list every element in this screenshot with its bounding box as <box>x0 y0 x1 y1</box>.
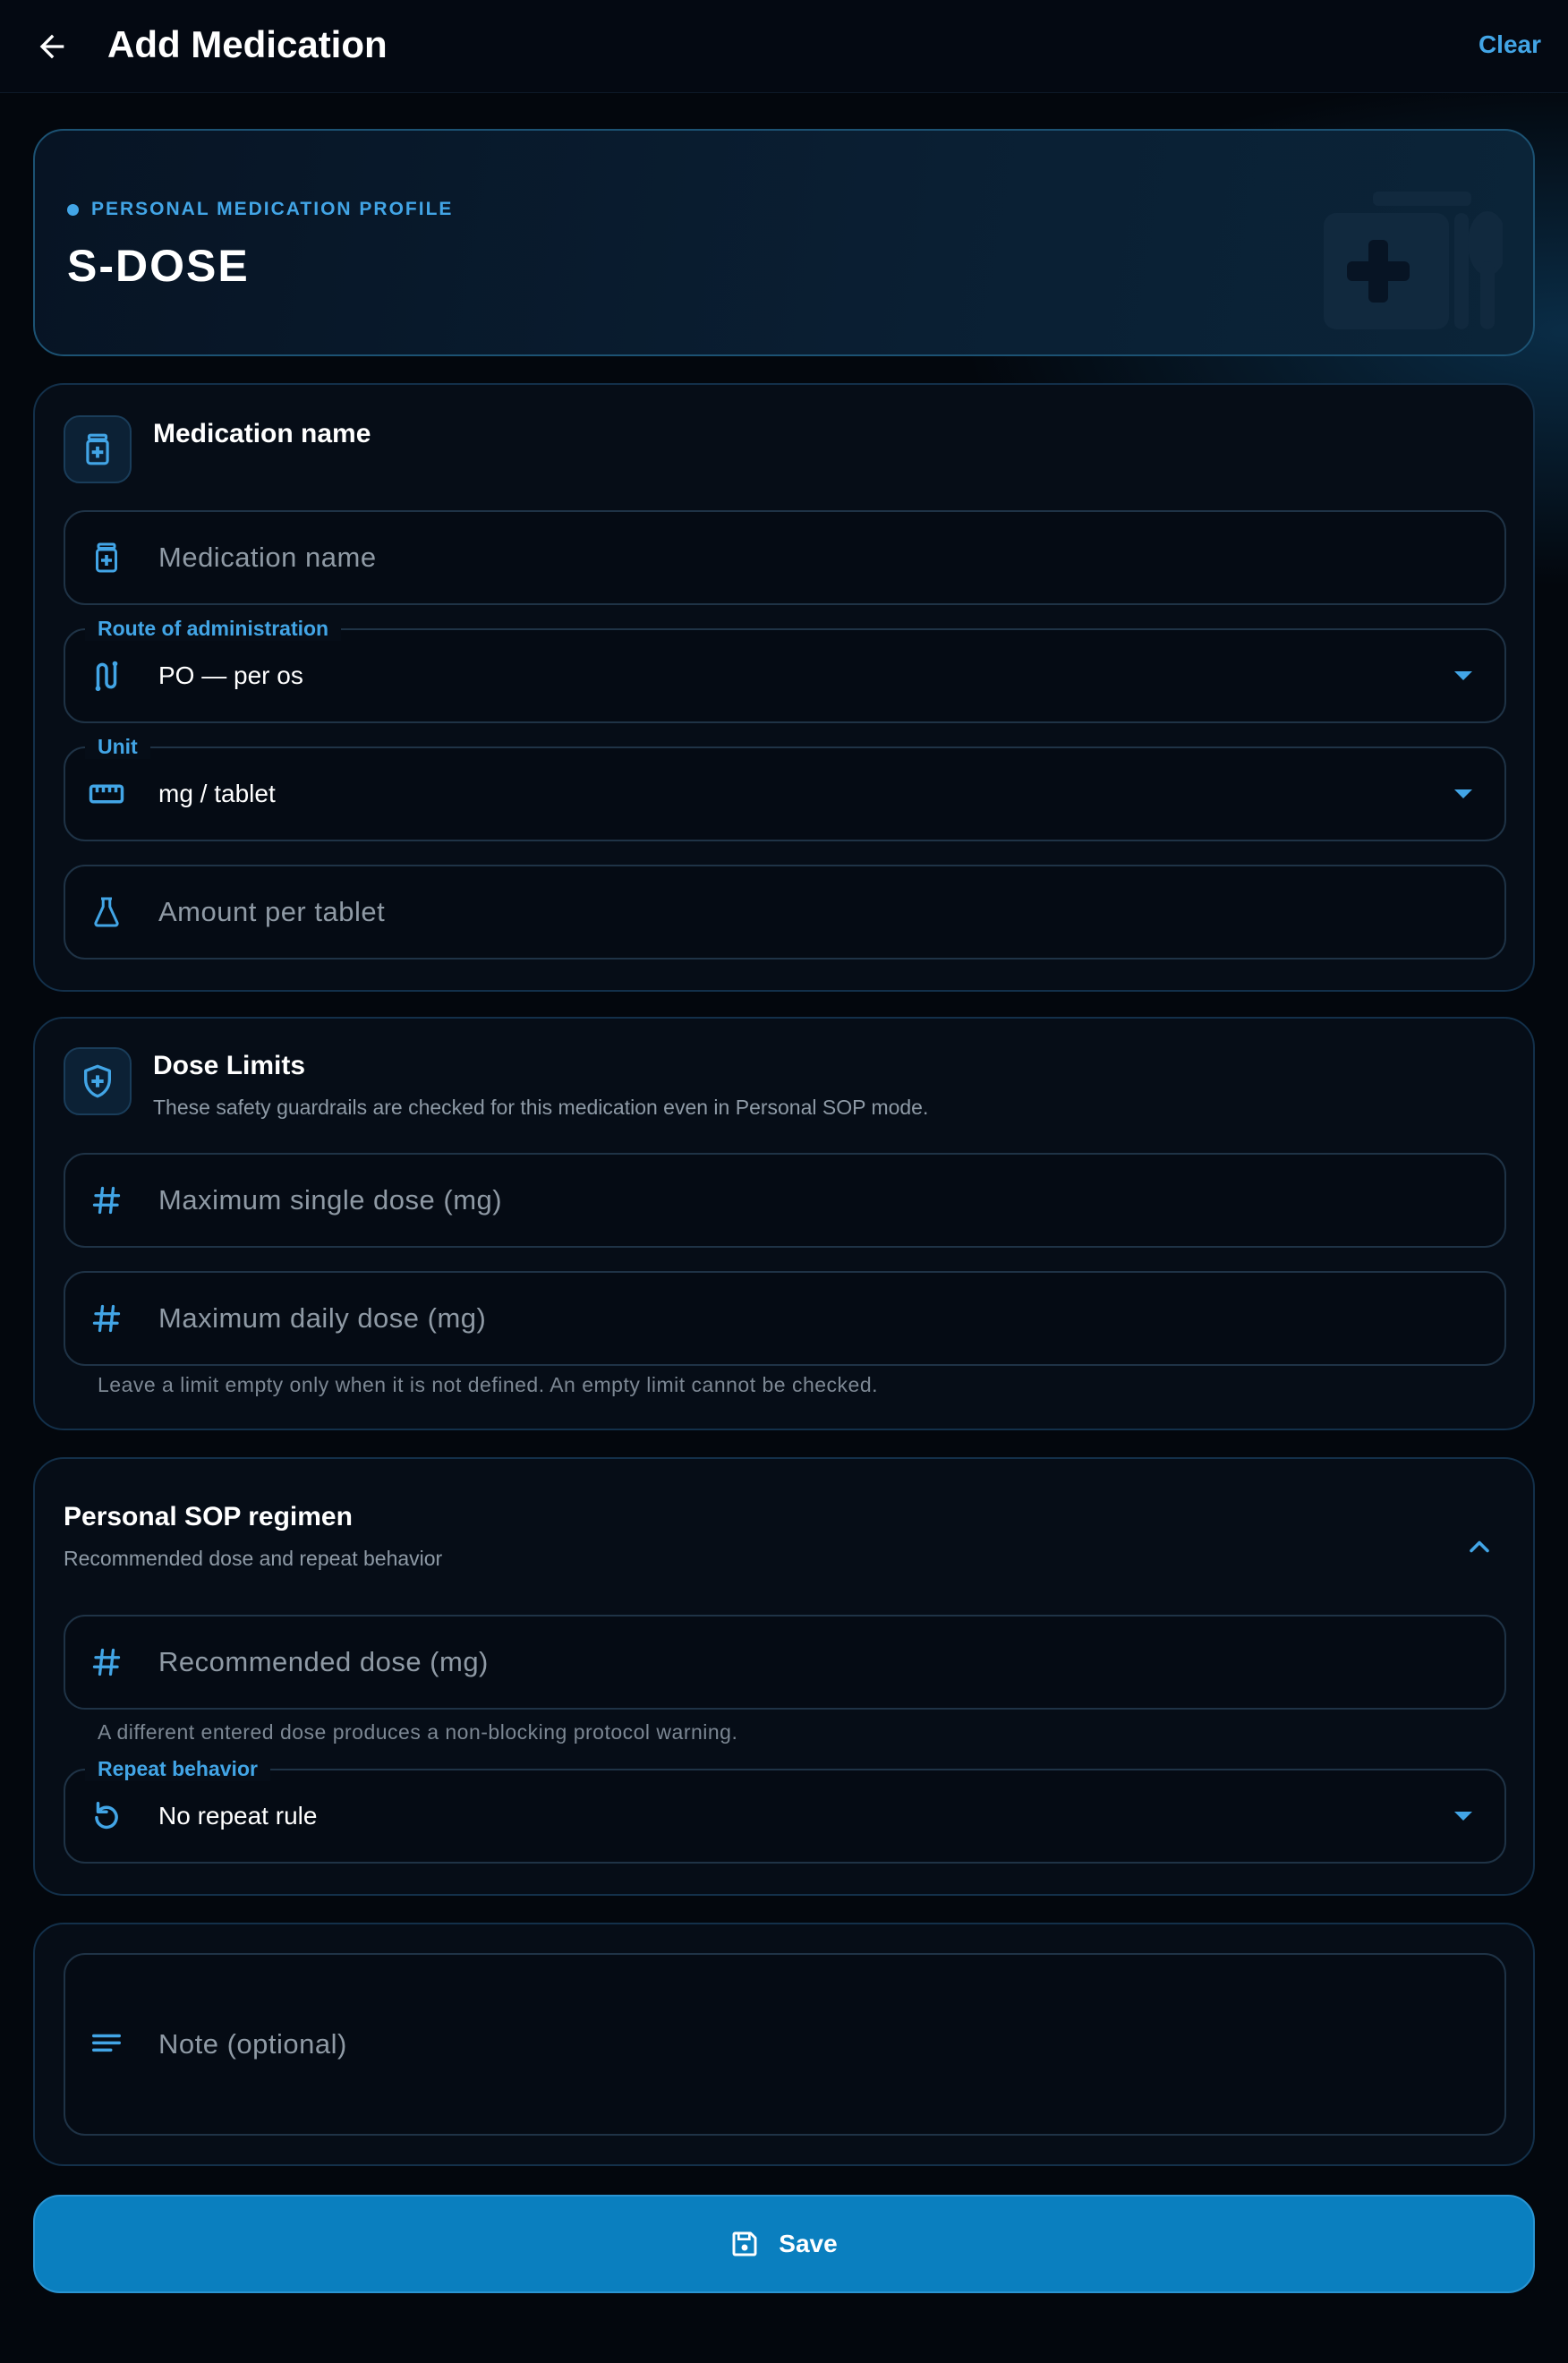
dose-limits-card: Dose Limits These safety guardrails are … <box>33 1017 1535 1430</box>
limits-helper-text: Leave a limit empty only when it is not … <box>98 1373 878 1396</box>
chevron-up-icon <box>1470 1540 1489 1553</box>
page-title: Add Medication <box>107 23 388 65</box>
medical-kit-icon <box>1324 192 1503 329</box>
sop-regimen-title: Personal SOP regimen <box>64 1502 353 1531</box>
unit-value: mg / tablet <box>158 780 276 807</box>
route-value: PO — per os <box>158 661 303 689</box>
hash-icon <box>87 1181 126 1220</box>
clear-button[interactable]: Clear <box>1479 27 1541 63</box>
app-bar: Add Medication Clear <box>0 0 1568 93</box>
profile-kicker-label: PERSONAL MEDICATION PROFILE <box>91 199 454 219</box>
caret-down-icon <box>1454 671 1472 680</box>
recommended-dose-input[interactable]: Recommended dose (mg) <box>64 1615 1506 1710</box>
amount-per-tablet-input[interactable]: Amount per tablet <box>64 865 1506 960</box>
repeat-behavior-select[interactable]: Repeat behavior No repeat rule <box>64 1756 1506 1864</box>
save-button-label: Save <box>779 2230 838 2257</box>
dose-warning-helper: A different entered dose produces a non-… <box>98 1720 738 1744</box>
profile-kicker: PERSONAL MEDICATION PROFILE <box>67 199 453 220</box>
max-single-dose-input[interactable]: Maximum single dose (mg) <box>64 1153 1506 1248</box>
max-daily-dose-input[interactable]: Maximum daily dose (mg) <box>64 1271 1506 1366</box>
pill-bottle-icon <box>87 538 126 577</box>
unit-select[interactable]: Unit mg / tablet <box>64 734 1506 841</box>
caret-down-icon <box>1454 789 1472 798</box>
notes-icon <box>87 2025 126 2064</box>
route-select[interactable]: Route of administration PO — per os <box>64 616 1506 723</box>
pill-bottle-icon <box>86 433 109 465</box>
sop-regimen-card: Personal SOP regimen Recommended dose an… <box>33 1457 1535 1896</box>
route-icon <box>87 656 126 695</box>
repeat-icon <box>87 1796 126 1836</box>
note-card: Note (optional) <box>33 1923 1535 2166</box>
amount-placeholder: Amount per tablet <box>158 896 386 927</box>
kicker-dot <box>67 203 79 216</box>
save-button[interactable]: Save <box>33 2195 1535 2293</box>
medication-name-input[interactable]: Medication name <box>64 510 1506 605</box>
back-button[interactable] <box>25 20 79 73</box>
note-placeholder: Note (optional) <box>158 2028 347 2060</box>
note-input[interactable]: Note (optional) <box>64 1953 1506 2136</box>
route-label: Route of administration <box>85 616 342 641</box>
recommended-dose-placeholder: Recommended dose (mg) <box>158 1646 489 1677</box>
medication-card: Medication name Medication name Route of… <box>33 383 1535 992</box>
dose-limits-subtitle: These safety guardrails are checked for … <box>153 1096 929 1119</box>
app-brand-title: S-DOSE <box>67 241 250 291</box>
dose-limits-title: Dose Limits <box>153 1051 306 1080</box>
repeat-behavior-value: No repeat rule <box>158 1802 318 1830</box>
medication-name-placeholder: Medication name <box>158 542 377 573</box>
collapse-regimen-button[interactable] <box>1453 1520 1506 1574</box>
max-single-placeholder: Maximum single dose (mg) <box>158 1184 503 1216</box>
medication-section-badge <box>64 415 132 483</box>
ruler-icon <box>87 774 126 814</box>
hash-icon <box>87 1642 126 1682</box>
shield-plus-icon <box>84 1064 112 1098</box>
unit-label: Unit <box>85 734 150 759</box>
repeat-behavior-label: Repeat behavior <box>85 1756 270 1781</box>
profile-header-card: PERSONAL MEDICATION PROFILE S-DOSE <box>33 129 1535 356</box>
floppy-disk-icon <box>732 2231 757 2256</box>
hash-icon <box>87 1299 126 1338</box>
caret-down-icon <box>1454 1812 1472 1821</box>
dose-limits-badge <box>64 1047 132 1115</box>
max-daily-placeholder: Maximum daily dose (mg) <box>158 1302 487 1334</box>
medication-section-title: Medication name <box>153 419 371 448</box>
flask-icon <box>87 892 126 932</box>
sop-regimen-subtitle: Recommended dose and repeat behavior <box>64 1547 443 1570</box>
arrow-left-icon <box>39 34 64 59</box>
